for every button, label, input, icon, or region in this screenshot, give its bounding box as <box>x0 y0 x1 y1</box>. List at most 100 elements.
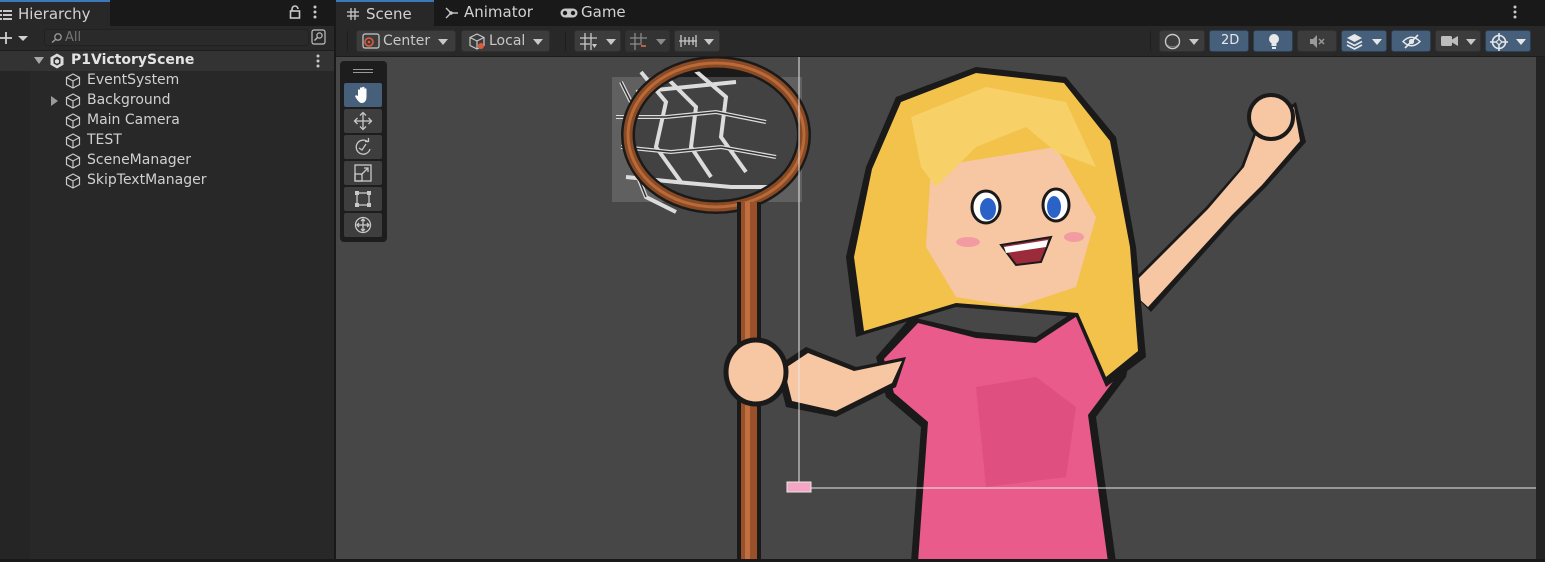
tab-scene[interactable]: Scene <box>336 0 434 26</box>
grid-icon <box>347 8 359 20</box>
hand <box>723 337 789 407</box>
snap-icon <box>630 33 648 50</box>
chevron-down-icon <box>704 39 714 45</box>
hierarchy-item-label: Main Camera <box>87 112 180 128</box>
viewport-right-edge <box>1536 57 1545 562</box>
toolbar-separator <box>565 31 566 51</box>
lighting-toggle-button[interactable] <box>1253 30 1293 52</box>
collapse-arrow-icon[interactable] <box>34 57 44 65</box>
tab-animator-label: Animator <box>464 3 533 21</box>
toolbar-separator <box>1150 31 1151 51</box>
gizmo-icon <box>1490 33 1508 51</box>
transform-tool-button[interactable] <box>344 213 382 237</box>
scene-kebab-menu-icon[interactable] <box>315 54 321 68</box>
snap-increment-button[interactable] <box>625 30 670 52</box>
hierarchy-item[interactable]: Background <box>0 91 334 111</box>
list-icon <box>0 9 12 20</box>
chevron-down-icon <box>606 39 616 45</box>
hierarchy-tab[interactable]: Hierarchy <box>0 0 110 26</box>
layers-icon <box>1346 33 1363 50</box>
hand-icon <box>355 86 367 103</box>
lightbulb-icon <box>1267 33 1281 50</box>
grid-snap-icon <box>580 33 598 50</box>
toggle-2d-label: 2D <box>1221 33 1240 48</box>
scale-tool-button[interactable] <box>344 161 382 185</box>
cube-icon <box>65 113 81 129</box>
hierarchy-item[interactable]: SkipTextManager <box>0 171 334 191</box>
transform-icon <box>354 216 372 234</box>
animator-icon <box>445 7 459 19</box>
move-tool-button[interactable] <box>344 109 382 133</box>
lock-icon[interactable] <box>289 5 301 19</box>
tab-animator[interactable]: Animator <box>434 0 546 26</box>
chevron-down-icon <box>1189 39 1199 45</box>
pivot-icon <box>362 33 380 49</box>
cube-icon <box>65 133 81 149</box>
create-dropdown-button[interactable] <box>0 29 32 47</box>
pivot-mode-dropdown[interactable]: Center <box>356 30 456 52</box>
scene-name: P1VictoryScene <box>71 52 195 68</box>
scene-kebab-menu-icon[interactable] <box>1512 5 1518 19</box>
hierarchy-item-label: SkipTextManager <box>87 172 207 188</box>
shading-sphere-icon <box>1164 33 1181 50</box>
chevron-down-icon <box>1372 39 1382 45</box>
cube-icon <box>65 153 81 169</box>
move-arrows-icon <box>353 111 373 131</box>
tab-game[interactable]: Game <box>548 0 638 26</box>
chevron-down-icon <box>656 39 666 45</box>
cube-icon <box>65 173 81 189</box>
space-mode-dropdown[interactable]: Local <box>461 30 550 52</box>
scene-root-row[interactable]: P1VictoryScene <box>0 51 334 71</box>
tab-game-label: Game <box>581 3 626 21</box>
cube-icon <box>65 73 81 89</box>
rotate-icon <box>355 138 371 155</box>
pivot-mode-label: Center <box>383 33 431 49</box>
overlay-drag-handle[interactable] <box>353 69 373 73</box>
draw-mode-dropdown[interactable] <box>1159 30 1205 52</box>
hand-tool-button[interactable] <box>344 83 382 107</box>
hierarchy-item[interactable]: EventSystem <box>0 71 334 91</box>
ruler-icon <box>679 34 697 49</box>
camera-icon <box>1441 35 1458 47</box>
search-by-type-icon[interactable] <box>311 29 326 45</box>
hierarchy-item-label: TEST <box>87 132 122 148</box>
hierarchy-tab-label: Hierarchy <box>18 5 91 23</box>
expand-arrow-icon[interactable] <box>51 96 58 106</box>
tab-scene-label: Scene <box>366 5 412 23</box>
toggle-2d-button[interactable]: 2D <box>1209 30 1249 52</box>
selected-object-handle[interactable] <box>786 481 812 493</box>
gizmos-dropdown[interactable] <box>1485 30 1531 52</box>
cube-icon <box>65 93 81 109</box>
hierarchy-item[interactable]: SceneManager <box>0 151 334 171</box>
speaker-muted-icon <box>1310 35 1326 48</box>
eye-hidden-icon <box>1402 34 1421 49</box>
grid-visibility-button[interactable] <box>574 30 621 52</box>
search-icon <box>50 33 63 43</box>
hierarchy-item[interactable]: TEST <box>0 131 334 151</box>
chevron-down-icon <box>533 39 543 45</box>
kebab-menu-icon[interactable] <box>312 5 318 19</box>
victory-girl-sprite[interactable] <box>336 57 1536 562</box>
search-input[interactable] <box>65 30 300 45</box>
toolbar-separator <box>347 31 348 51</box>
scene-viewport[interactable] <box>336 57 1536 562</box>
unity-scene-icon <box>49 53 65 69</box>
scene-visibility-button[interactable] <box>1391 30 1431 52</box>
effects-dropdown[interactable] <box>1341 30 1387 52</box>
chevron-down-icon <box>1466 39 1476 45</box>
incremental-snap-button[interactable] <box>674 30 720 52</box>
hierarchy-item-label: SceneManager <box>87 152 192 168</box>
hierarchy-item[interactable]: Main Camera <box>0 111 334 131</box>
chevron-down-icon <box>1516 39 1526 45</box>
chevron-down-icon <box>438 39 448 45</box>
hierarchy-search-field[interactable] <box>44 29 309 46</box>
audio-toggle-button[interactable] <box>1297 30 1337 52</box>
local-cube-icon <box>468 33 486 50</box>
scale-icon <box>354 164 372 182</box>
rect-tool-button[interactable] <box>344 187 382 211</box>
hierarchy-item-label: Background <box>87 92 171 108</box>
gamepad-icon <box>560 8 578 18</box>
rect-transform-icon <box>355 191 371 207</box>
camera-dropdown[interactable] <box>1435 30 1481 52</box>
rotate-tool-button[interactable] <box>344 135 382 159</box>
